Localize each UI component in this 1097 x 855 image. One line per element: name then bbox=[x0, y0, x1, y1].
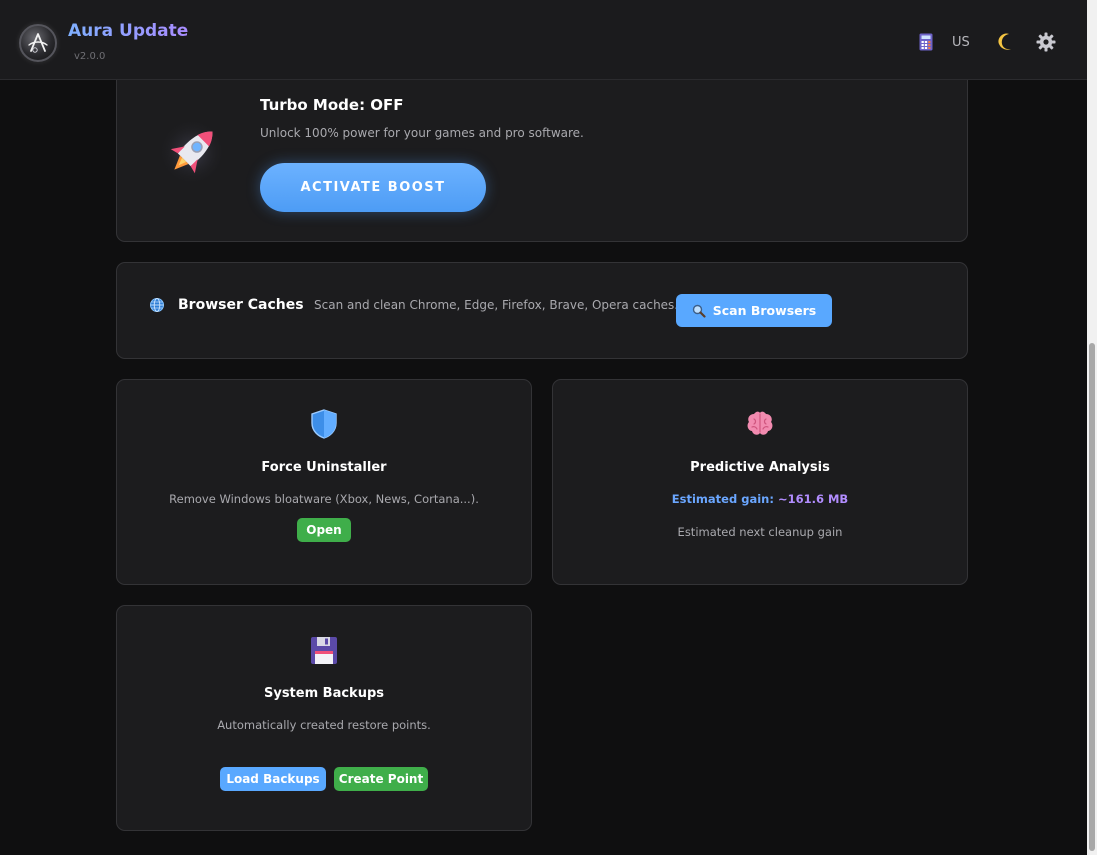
app-title: Aura Update bbox=[68, 21, 189, 41]
force-uninstaller-title: Force Uninstaller bbox=[261, 460, 387, 475]
settings-button[interactable] bbox=[1036, 32, 1056, 52]
force-uninstaller-description: Remove Windows bloatware (Xbox, News, Co… bbox=[169, 492, 479, 506]
create-point-button[interactable]: Create Point bbox=[334, 767, 428, 791]
scrollbar-thumb[interactable] bbox=[1089, 343, 1095, 851]
backup-actions: Load Backups Create Point bbox=[117, 767, 531, 791]
turbo-mode-title: Turbo Mode: OFF bbox=[260, 96, 404, 114]
load-backups-button[interactable]: Load Backups bbox=[220, 767, 326, 791]
rocket-icon bbox=[158, 118, 226, 186]
app-logo bbox=[19, 24, 57, 62]
browser-caches-card: Browser Caches Scan and clean Chrome, Ed… bbox=[116, 262, 968, 359]
magnifier-icon bbox=[692, 304, 706, 318]
floppy-disk-icon bbox=[311, 637, 337, 664]
predictive-analysis-title: Predictive Analysis bbox=[690, 460, 830, 475]
system-backups-description: Automatically created restore points. bbox=[217, 718, 431, 732]
app-version: v2.0.0 bbox=[74, 51, 106, 62]
turbo-mode-card: Turbo Mode: OFF Unlock 100% power for yo… bbox=[116, 60, 968, 242]
estimated-gain-subtitle: Estimated next cleanup gain bbox=[677, 525, 843, 539]
system-backups-card: System Backups Automatically created res… bbox=[116, 605, 532, 831]
open-button[interactable]: Open bbox=[297, 518, 351, 542]
scan-browsers-label: Scan Browsers bbox=[712, 303, 817, 318]
estimated-gain-value: ~161.6 MB bbox=[777, 492, 849, 506]
force-uninstaller-card: Force Uninstaller Remove Windows bloatwa… bbox=[116, 379, 532, 585]
globe-icon bbox=[150, 298, 164, 312]
predictive-analysis-card: Predictive Analysis Estimated gain: ~161… bbox=[552, 379, 968, 585]
calculator-button[interactable] bbox=[918, 32, 934, 52]
language-selector[interactable]: US bbox=[952, 35, 970, 50]
browser-caches-title: Browser Caches bbox=[178, 297, 304, 313]
browser-caches-description: Scan and clean Chrome, Edge, Firefox, Br… bbox=[314, 298, 679, 312]
moon-icon bbox=[998, 33, 1011, 50]
system-backups-title: System Backups bbox=[263, 686, 384, 701]
app-header: Aura Update v2.0.0 US bbox=[0, 0, 1087, 80]
scan-browsers-button[interactable]: Scan Browsers bbox=[676, 294, 832, 327]
shield-icon bbox=[311, 409, 337, 439]
brain-icon bbox=[747, 411, 773, 435]
estimated-gain-label: Estimated gain: bbox=[671, 492, 774, 506]
calculator-icon bbox=[919, 33, 933, 51]
gear-icon bbox=[1036, 32, 1056, 52]
aura-logo-icon bbox=[28, 33, 48, 53]
activate-boost-button[interactable]: ACTIVATE BOOST bbox=[260, 163, 486, 212]
turbo-mode-description: Unlock 100% power for your games and pro… bbox=[260, 126, 584, 140]
app-window: Turbo Mode: OFF Unlock 100% power for yo… bbox=[0, 0, 1097, 855]
estimated-gain: Estimated gain: ~161.6 MB bbox=[553, 492, 967, 506]
theme-toggle-button[interactable] bbox=[996, 32, 1016, 52]
